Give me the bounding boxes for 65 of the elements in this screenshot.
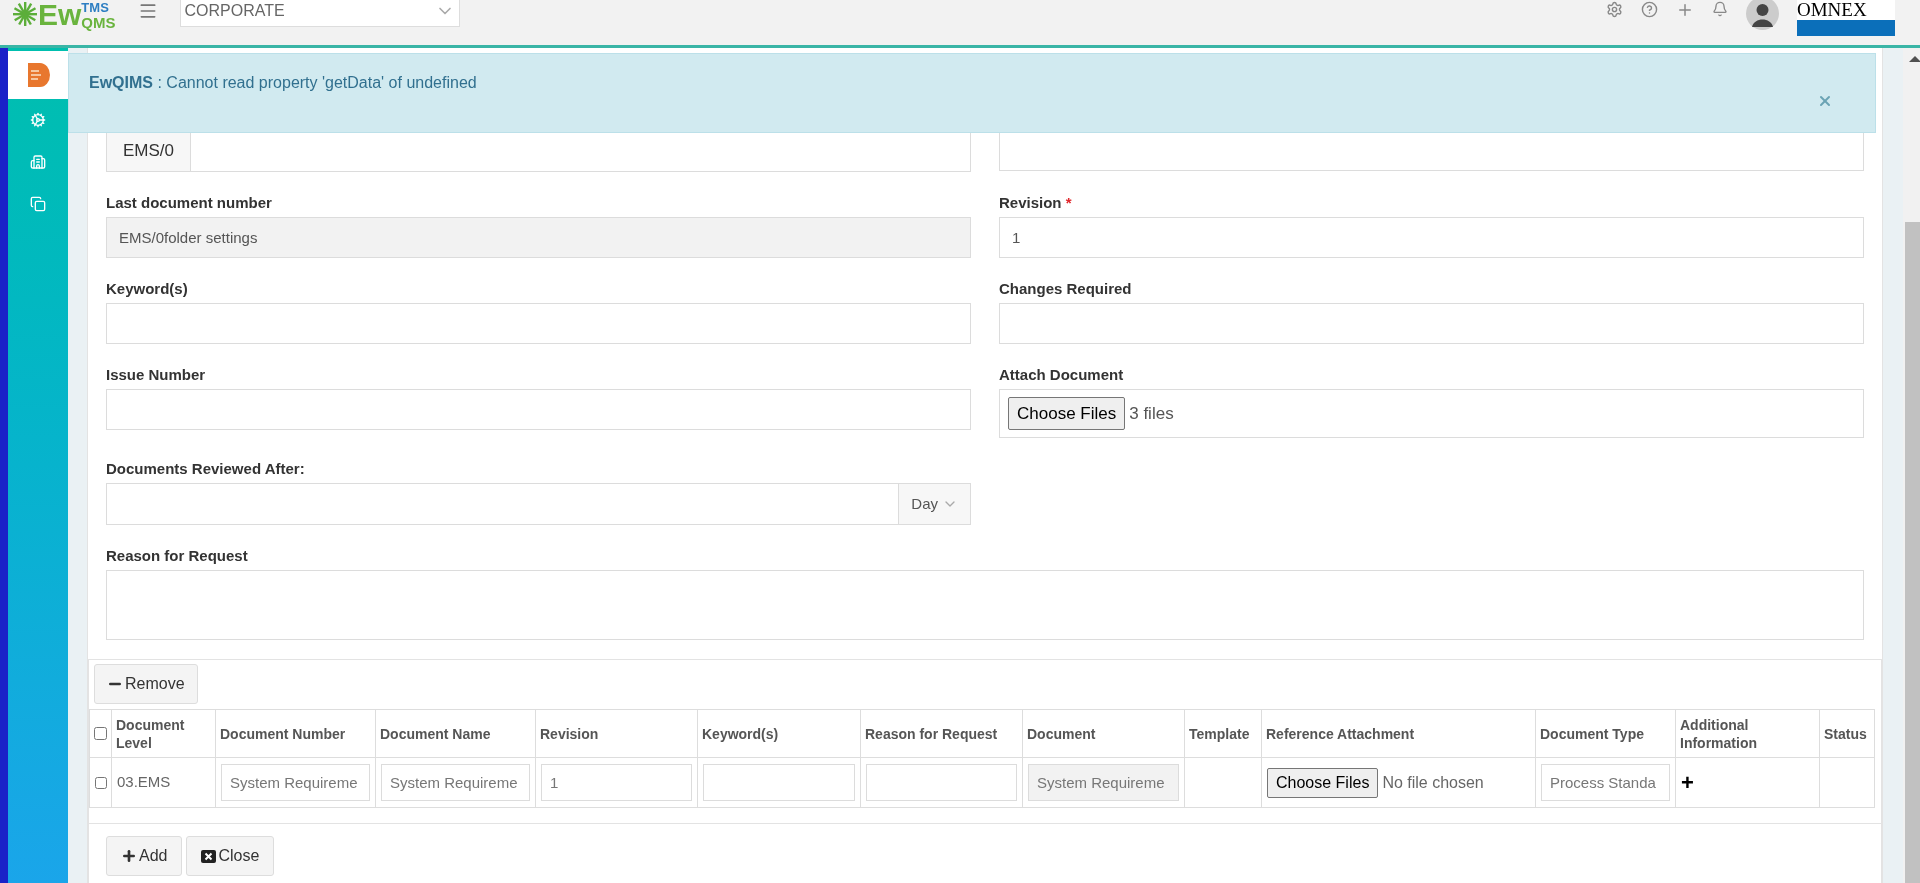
field-label: Revision * <box>999 194 1073 212</box>
alert-message: EwQIMS : Cannot read property 'getData' of undefined <box>89 73 477 93</box>
cell-input[interactable] <box>703 764 855 801</box>
field-label: Keyword(s) <box>106 280 189 298</box>
column-header: Reason for Request <box>861 710 1023 758</box>
file-status: No file chosen <box>1382 772 1484 793</box>
input-field[interactable] <box>999 303 1864 344</box>
sunburst-icon <box>12 1 38 27</box>
select-all-checkbox[interactable] <box>94 727 107 740</box>
file-input[interactable]: Choose Files 3 files <box>999 389 1864 438</box>
column-header: Document Type <box>1536 710 1676 758</box>
cell-input[interactable] <box>866 764 1017 801</box>
sidebar-item[interactable] <box>8 51 68 99</box>
choose-files-button[interactable]: Choose Files <box>1008 396 1126 431</box>
help-icon[interactable] <box>1641 1 1658 18</box>
required-mark: * <box>1065 194 1072 211</box>
org-select[interactable]: CORPORATE <box>179 0 460 27</box>
column-header: Document Number <box>216 710 376 758</box>
column-header: Document Level <box>112 710 216 758</box>
add-button[interactable]: Add <box>106 836 183 876</box>
column-header: Template <box>1185 710 1262 758</box>
input-field[interactable]: EMS/0folder settings <box>106 217 971 258</box>
input-field[interactable] <box>999 130 1864 171</box>
field-label: Issue Number <box>106 366 207 384</box>
input-field[interactable] <box>106 303 971 344</box>
cell-input[interactable]: Process Standa <box>1541 764 1670 801</box>
close-icon[interactable] <box>1817 93 1833 109</box>
scrollbar[interactable] <box>1903 48 1920 883</box>
column-header: Reference Attachment <box>1262 710 1536 758</box>
brand-logo: OMNEX <box>1797 0 1895 36</box>
cell-input[interactable]: System Requireme <box>1028 764 1179 801</box>
file-status: 3 files <box>1129 402 1174 425</box>
cell-input[interactable]: System Requireme <box>221 764 370 801</box>
document-icon <box>26 61 50 89</box>
close-box-icon <box>201 849 217 863</box>
choose-files-button[interactable]: Choose Files <box>1267 767 1379 798</box>
table-cell-text: 03.EMS <box>117 772 171 793</box>
field-label: Documents Reviewed After: <box>106 460 306 478</box>
cell-input[interactable]: System Requireme <box>381 764 530 801</box>
avatar-icon[interactable] <box>1746 0 1779 30</box>
copy-icon <box>30 196 46 212</box>
remove-button[interactable]: Remove <box>94 664 198 704</box>
field-label: Changes Required <box>999 280 1133 298</box>
cell-input[interactable]: 1 <box>541 764 692 801</box>
column-header: Additional Information <box>1676 710 1820 758</box>
field-label: Last document number <box>106 194 273 212</box>
plus-icon <box>121 848 137 864</box>
building-icon <box>30 154 46 170</box>
column-header: Document <box>1023 710 1185 758</box>
input-field[interactable] <box>106 389 971 430</box>
settings-icon[interactable] <box>1606 1 1623 18</box>
bell-icon[interactable] <box>1712 1 1728 17</box>
column-header: Keyword(s) <box>698 710 861 758</box>
text-area[interactable] <box>106 570 1864 640</box>
field-label: Attach Document <box>999 366 1125 384</box>
column-header: Document Name <box>376 710 536 758</box>
field-label: Reason for Request <box>106 547 249 565</box>
column-header: Revision <box>536 710 698 758</box>
close-button[interactable]: Close <box>186 836 275 876</box>
row-checkbox[interactable] <box>94 776 107 789</box>
add-info-button[interactable]: + <box>1681 771 1694 794</box>
plus-icon[interactable] <box>1676 1 1694 19</box>
input-field[interactable]: 1 <box>999 217 1864 258</box>
column-header: Status <box>1820 710 1875 758</box>
gears-icon <box>30 112 46 128</box>
